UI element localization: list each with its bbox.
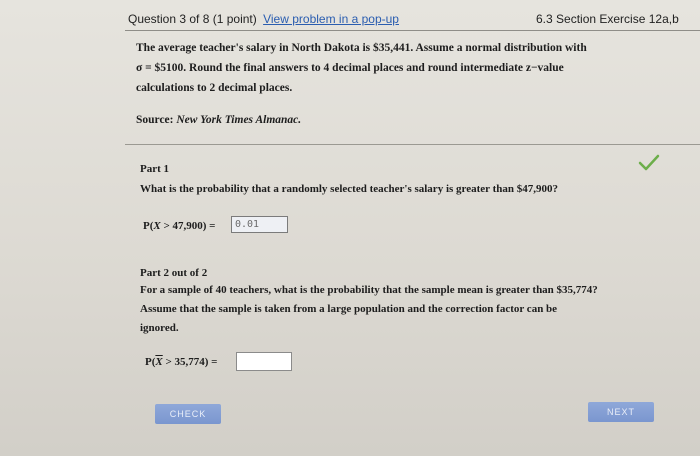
source-line: Source: New York Times Almanac. xyxy=(136,114,301,126)
part2-question: For a sample of 40 teachers, what is the… xyxy=(140,281,598,338)
source-name: New York Times Almanac. xyxy=(176,114,302,126)
view-popup-link[interactable]: View problem in a pop-up xyxy=(263,12,399,26)
check-button[interactable]: CHECK xyxy=(155,404,221,424)
part1-title: Part 1 xyxy=(140,163,170,175)
part2-title: Part 2 out of 2 xyxy=(140,267,208,279)
checkmark-icon xyxy=(638,154,660,171)
problem-line-2: σ = $5100. Round the final answers to 4 … xyxy=(136,62,564,74)
part2-line-3: ignored. xyxy=(140,322,179,334)
source-label: Source: xyxy=(136,114,174,126)
question-counter: Question 3 of 8 (1 point) View problem i… xyxy=(128,12,399,26)
part2-line-1: For a sample of 40 teachers, what is the… xyxy=(140,284,598,296)
part2-answer-field[interactable] xyxy=(236,352,292,371)
problem-line-3: calculations to 2 decimal places. xyxy=(136,82,293,94)
part2-expression: P(X > 35,774) = xyxy=(145,356,218,368)
question-header: Question 3 of 8 (1 point) View problem i… xyxy=(125,10,700,30)
section-label: 6.3 Section Exercise 12a,b xyxy=(536,12,679,26)
screen: Question 3 of 8 (1 point) View problem i… xyxy=(0,0,700,456)
next-button[interactable]: NEXT xyxy=(588,402,654,422)
problem-line-1: The average teacher's salary in North Da… xyxy=(136,42,587,54)
part1-expression: P(X > 47,900) = xyxy=(143,220,216,232)
section-divider xyxy=(125,144,700,145)
part1-question: What is the probability that a randomly … xyxy=(140,183,558,195)
part1-answer-field[interactable]: 0.01 xyxy=(231,216,288,233)
part2-line-2: Assume that the sample is taken from a l… xyxy=(140,303,558,315)
problem-statement: The average teacher's salary in North Da… xyxy=(136,38,681,98)
header-divider xyxy=(125,30,700,31)
